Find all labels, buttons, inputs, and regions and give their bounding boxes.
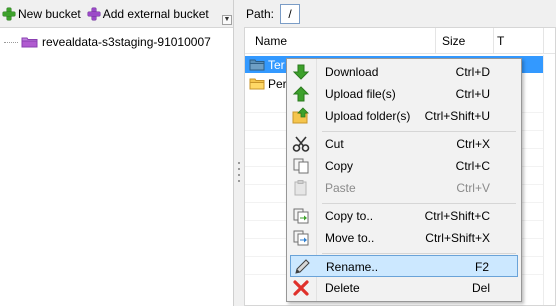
menu-item-label: Upload folder(s) — [325, 109, 411, 123]
copy-icon — [293, 158, 309, 174]
splitter-grip-dot — [238, 180, 240, 182]
panel-splitter[interactable] — [233, 0, 244, 306]
menu-item-rename[interactable]: Rename.. F2 — [290, 255, 518, 277]
upload-folder-icon — [292, 107, 309, 124]
folder-open-icon — [249, 59, 265, 71]
menu-item-label: Delete — [325, 281, 360, 295]
move-to-icon — [293, 230, 309, 246]
purple-plus-icon — [87, 7, 101, 21]
bucket-panel: New bucket Add external bucket ▼ reveald… — [0, 0, 233, 306]
menu-item-label: Paste — [325, 181, 356, 195]
add-external-bucket-button[interactable]: Add external bucket — [85, 4, 211, 24]
bucket-tree: revealdata-s3staging-91010007 — [0, 27, 233, 306]
menu-item-label: Download — [325, 65, 379, 79]
menu-item-shortcut: F2 — [474, 260, 489, 274]
menu-item-label: Upload file(s) — [325, 87, 396, 101]
menu-item-copy[interactable]: Copy Ctrl+C — [290, 155, 518, 177]
menu-item-shortcut: Ctrl+D — [455, 65, 490, 79]
menu-item-shortcut: Ctrl+Shift+X — [425, 231, 490, 245]
column-header-size[interactable]: Size — [442, 34, 465, 48]
menu-item-label: Move to.. — [325, 231, 375, 245]
menu-item-download[interactable]: Download Ctrl+D — [290, 61, 518, 83]
bucket-icon — [21, 37, 38, 48]
menu-item-shortcut: Ctrl+Shift+C — [424, 209, 490, 223]
upload-icon — [292, 86, 310, 102]
menu-item-shortcut: Ctrl+Shift+U — [424, 109, 490, 123]
menu-item-upload-folders[interactable]: Upload folder(s) Ctrl+Shift+U — [290, 105, 518, 127]
menu-item-shortcut: Ctrl+U — [455, 87, 490, 101]
column-header-type[interactable]: T — [497, 34, 504, 48]
menu-item-move-to[interactable]: Move to.. Ctrl+Shift+X — [290, 227, 518, 249]
menu-separator — [322, 131, 516, 132]
tree-connector — [4, 41, 18, 43]
splitter-grip-dot — [238, 168, 240, 170]
paste-icon — [294, 180, 307, 196]
tree-item-label: revealdata-s3staging-91010007 — [42, 35, 211, 49]
splitter-grip-dot — [238, 162, 240, 164]
menu-item-shortcut: Ctrl+X — [456, 137, 490, 151]
path-input[interactable]: / — [280, 3, 301, 24]
menu-item-shortcut: Ctrl+C — [455, 159, 490, 173]
menu-item-upload-files[interactable]: Upload file(s) Ctrl+U — [290, 83, 518, 105]
path-label: Path: — [246, 6, 275, 21]
context-menu: Download Ctrl+D Upload file(s) Ctrl+U Up… — [286, 58, 522, 302]
column-divider[interactable] — [435, 28, 436, 54]
vertical-scrollbar[interactable] — [543, 55, 555, 305]
path-bar: Path: / — [244, 0, 556, 27]
menu-item-shortcut: Ctrl+V — [456, 181, 490, 195]
menu-item-label: Cut — [325, 137, 344, 151]
splitter-grip-dot — [238, 174, 240, 176]
folder-icon — [249, 78, 265, 90]
file-name: Per — [268, 76, 287, 91]
menu-separator — [322, 203, 516, 204]
list-header: Name Size T — [245, 28, 555, 54]
new-bucket-button[interactable]: New bucket — [0, 4, 83, 24]
download-icon — [292, 64, 310, 80]
green-plus-icon — [2, 7, 16, 21]
toolbar-overflow-chevron-down-icon[interactable]: ▼ — [222, 15, 232, 25]
file-name: Ter — [268, 57, 285, 72]
menu-separator — [322, 253, 516, 254]
rename-pencil-icon — [295, 259, 310, 274]
tree-item-bucket[interactable]: revealdata-s3staging-91010007 — [4, 33, 211, 51]
add-external-bucket-label: Add external bucket — [102, 6, 209, 21]
menu-item-shortcut: Del — [471, 281, 490, 295]
delete-x-icon — [293, 280, 309, 296]
menu-item-label: Copy — [325, 159, 354, 173]
column-divider[interactable] — [493, 28, 494, 54]
menu-item-label: Copy to.. — [325, 209, 374, 223]
copy-to-icon — [293, 208, 309, 224]
menu-item-copy-to[interactable]: Copy to.. Ctrl+Shift+C — [290, 205, 518, 227]
menu-item-paste[interactable]: Paste Ctrl+V — [290, 177, 518, 199]
column-divider[interactable] — [543, 28, 544, 54]
new-bucket-label: New bucket — [18, 6, 81, 21]
column-header-name[interactable]: Name — [255, 34, 287, 48]
bucket-toolbar: New bucket Add external bucket — [0, 0, 233, 27]
menu-item-delete[interactable]: Delete Del — [290, 277, 518, 299]
menu-item-cut[interactable]: Cut Ctrl+X — [290, 133, 518, 155]
scissors-icon — [292, 136, 310, 152]
menu-item-label: Rename.. — [326, 260, 379, 274]
